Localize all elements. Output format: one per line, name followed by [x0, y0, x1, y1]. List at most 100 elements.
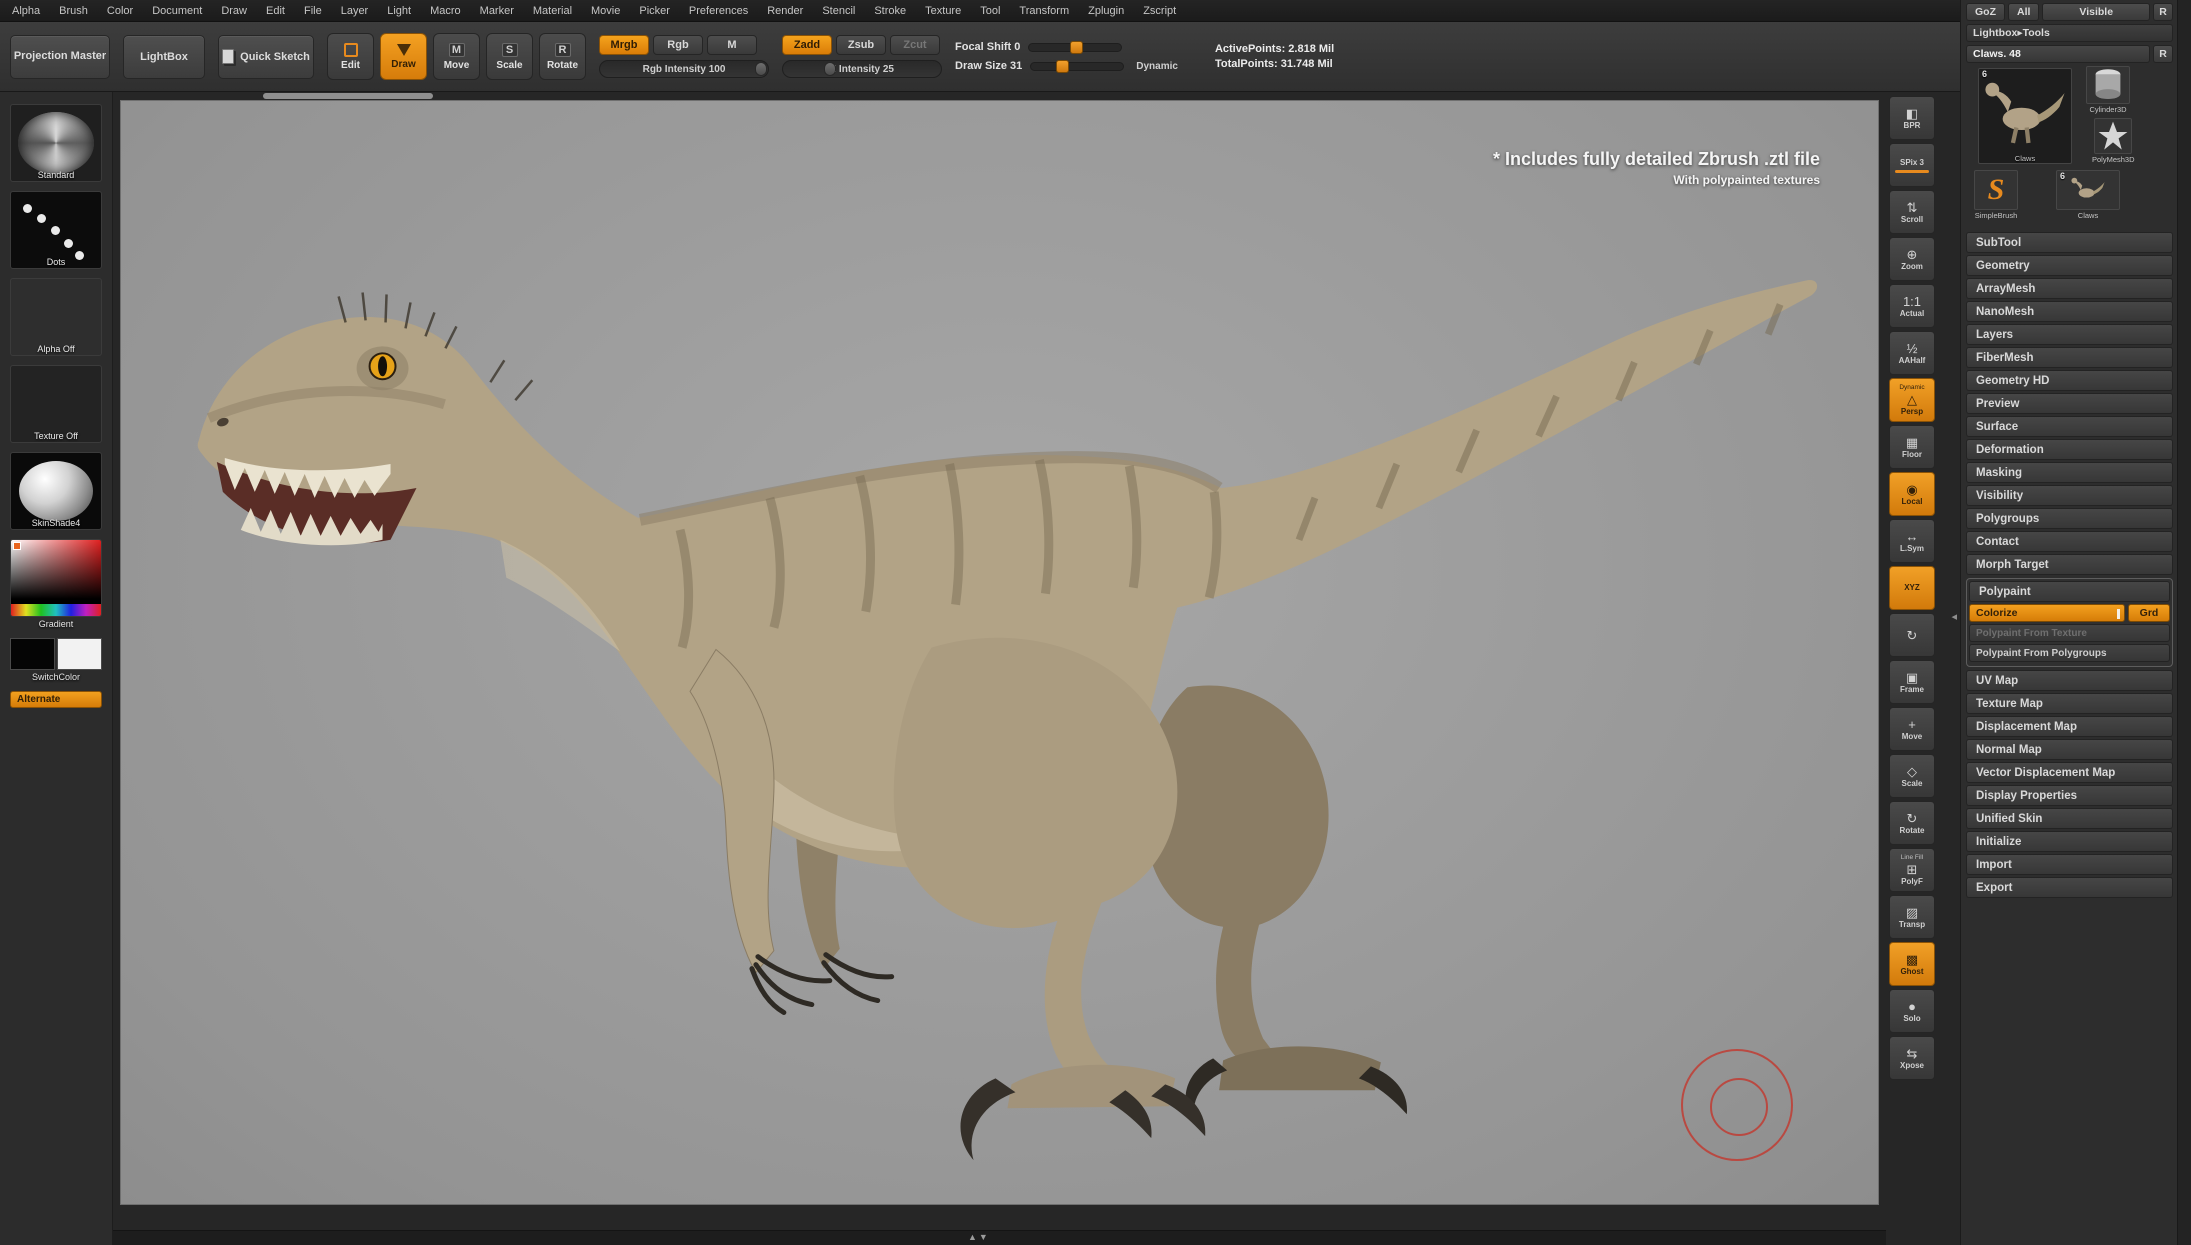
dynamic-label[interactable]: Dynamic [1136, 61, 1178, 72]
tool-section-header[interactable]: Polygroups [1966, 508, 2173, 529]
menu-item[interactable]: Zplugin [1088, 5, 1124, 17]
menu-item[interactable]: Color [107, 5, 133, 17]
alternate-button[interactable]: Alternate [10, 691, 102, 708]
grd-button[interactable]: Grd [2128, 604, 2170, 622]
tool-section-header[interactable]: Initialize [1966, 831, 2173, 852]
goz-all-button[interactable]: All [2008, 3, 2039, 21]
shelf-button[interactable]: ▨ Transp [1889, 895, 1935, 939]
shelf-button[interactable]: + Move [1889, 707, 1935, 751]
tool-section-header[interactable]: Surface [1966, 416, 2173, 437]
canvas-scroll-arrows[interactable]: ▲▼ [968, 1232, 990, 1242]
document-canvas[interactable]: * Includes fully detailed Zbrush .ztl fi… [120, 100, 1879, 1205]
hue-strip[interactable] [11, 604, 101, 616]
tool-section-header[interactable]: UV Map [1966, 670, 2173, 691]
zcut-button[interactable]: Zcut [890, 35, 940, 55]
menu-item[interactable]: Document [152, 5, 202, 17]
menu-item[interactable]: Picker [639, 5, 670, 17]
tool-section-header[interactable]: Unified Skin [1966, 808, 2173, 829]
color-picker-field[interactable] [11, 540, 101, 604]
lightbox-button[interactable]: LightBox [123, 35, 205, 79]
shelf-button[interactable]: ⇅ Scroll [1889, 190, 1935, 234]
menu-item[interactable]: Render [767, 5, 803, 17]
goz-button[interactable]: GoZ [1966, 3, 2005, 21]
color-picker[interactable]: Gradient [10, 539, 102, 629]
alpha-selector[interactable]: Alpha Off [10, 278, 102, 356]
quick-sketch-button[interactable]: Quick Sketch [218, 35, 314, 79]
main-color-swatch[interactable] [10, 638, 55, 670]
rotate-button[interactable]: R Rotate [539, 33, 586, 80]
menu-item[interactable]: File [304, 5, 322, 17]
tool-section-header[interactable]: SubTool [1966, 232, 2173, 253]
menu-item[interactable]: Light [387, 5, 411, 17]
tool-section-header[interactable]: Vector Displacement Map [1966, 762, 2173, 783]
colorize-button[interactable]: Colorize [1969, 604, 2125, 622]
tool-section-header[interactable]: Geometry [1966, 255, 2173, 276]
tool-section-header[interactable]: FiberMesh [1966, 347, 2173, 368]
edit-button[interactable]: Edit [327, 33, 374, 80]
shelf-button[interactable]: ⇆ Xpose [1889, 1036, 1935, 1080]
shelf-button[interactable]: ↻ [1889, 613, 1935, 657]
menu-item[interactable]: Material [533, 5, 572, 17]
switch-color-label[interactable]: SwitchColor [10, 672, 102, 682]
menu-item[interactable]: Movie [591, 5, 620, 17]
goz-r-button[interactable]: R [2153, 3, 2173, 21]
tool-thumb-claws[interactable]: 6 Claws [2056, 170, 2120, 220]
shelf-button[interactable]: ↻ Rotate [1889, 801, 1935, 845]
mrgb-button[interactable]: Mrgb [599, 35, 649, 55]
tool-section-header[interactable]: Texture Map [1966, 693, 2173, 714]
z-intensity-slider[interactable]: Z Intensity 25 [782, 60, 942, 78]
zadd-button[interactable]: Zadd [782, 35, 832, 55]
stroke-selector[interactable]: Dots [10, 191, 102, 269]
tool-section-header[interactable]: Export [1966, 877, 2173, 898]
menu-item[interactable]: Layer [341, 5, 369, 17]
tool-r-button[interactable]: R [2153, 45, 2173, 63]
m-button[interactable]: M [707, 35, 757, 55]
focal-shift-slider[interactable] [1028, 43, 1122, 52]
canvas-scrollbar[interactable] [263, 93, 433, 99]
menu-item[interactable]: Tool [980, 5, 1000, 17]
move-button[interactable]: M Move [433, 33, 480, 80]
shelf-button[interactable]: XYZ [1889, 566, 1935, 610]
texture-selector[interactable]: Texture Off [10, 365, 102, 443]
tool-section-header[interactable]: Masking [1966, 462, 2173, 483]
gradient-label[interactable]: Gradient [10, 619, 102, 629]
menu-item[interactable]: Preferences [689, 5, 748, 17]
menu-item[interactable]: Stroke [874, 5, 906, 17]
menu-item[interactable]: Brush [59, 5, 88, 17]
lightbox-tools-header[interactable]: Lightbox▸Tools [1966, 24, 2173, 42]
shelf-button[interactable]: ◇ Scale [1889, 754, 1935, 798]
projection-master-button[interactable]: Projection Master [10, 35, 110, 79]
menu-item[interactable]: Draw [221, 5, 247, 17]
tool-section-header[interactable]: Geometry HD [1966, 370, 2173, 391]
shelf-button[interactable]: ● Solo [1889, 989, 1935, 1033]
menu-item[interactable]: Macro [430, 5, 461, 17]
tool-thumb-polymesh3d[interactable]: PolyMesh3D [2092, 118, 2135, 164]
menu-item[interactable]: Zscript [1143, 5, 1176, 17]
goz-visible-button[interactable]: Visible [2042, 3, 2150, 21]
active-tool-thumbnail[interactable]: 6 Claws [1978, 68, 2072, 164]
tool-section-header[interactable]: Preview [1966, 393, 2173, 414]
menu-item[interactable]: Texture [925, 5, 961, 17]
shelf-button[interactable]: ▩ Ghost [1889, 942, 1935, 986]
tool-section-header[interactable]: Displacement Map [1966, 716, 2173, 737]
menu-item[interactable]: Stencil [822, 5, 855, 17]
polypaint-header[interactable]: Polypaint [1969, 581, 2170, 602]
menu-item[interactable]: Alpha [12, 5, 40, 17]
secondary-color-swatch[interactable] [57, 638, 102, 670]
tool-section-header[interactable]: Contact [1966, 531, 2173, 552]
material-selector[interactable]: SkinShade4 [10, 452, 102, 530]
tool-section-header[interactable]: ArrayMesh [1966, 278, 2173, 299]
menu-item[interactable]: Edit [266, 5, 285, 17]
zsub-button[interactable]: Zsub [836, 35, 886, 55]
scale-button[interactable]: S Scale [486, 33, 533, 80]
shelf-button[interactable]: ▣ Frame [1889, 660, 1935, 704]
rgb-button[interactable]: Rgb [653, 35, 703, 55]
focal-shift-handle[interactable] [1070, 41, 1083, 54]
shelf-button[interactable]: 1:1 Actual [1889, 284, 1935, 328]
shelf-button[interactable]: ◧ BPR [1889, 96, 1935, 140]
panel-collapse-arrow[interactable]: ◂ [1951, 610, 1957, 623]
shelf-button[interactable]: ▦ Floor [1889, 425, 1935, 469]
current-tool-name[interactable]: Claws. 48 [1966, 45, 2150, 63]
shelf-button[interactable]: Line Fill ⊞ PolyF [1889, 848, 1935, 892]
tool-section-header[interactable]: Morph Target [1966, 554, 2173, 575]
